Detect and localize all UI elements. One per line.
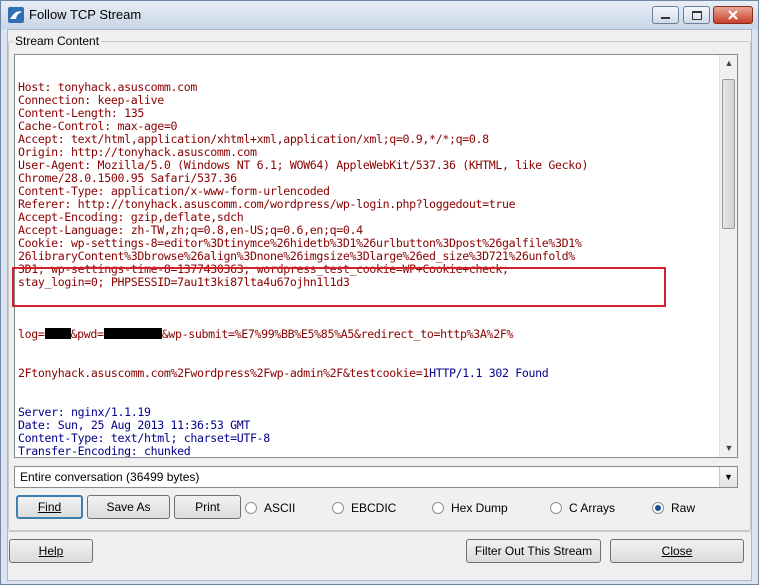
radio-hex-dump[interactable]: Hex Dump — [432, 500, 508, 516]
window-title: Follow TCP Stream — [29, 7, 142, 22]
radio-raw-label: Raw — [671, 501, 696, 515]
radio-c-arrays-circle[interactable] — [550, 502, 562, 514]
login-line-1: log= &pwd= &wp-submit=%E7%99%BB%E5%85%A5&r… — [18, 328, 588, 341]
radio-raw-circle[interactable] — [652, 502, 664, 514]
filter-out-stream-button[interactable]: Filter Out This Stream — [466, 539, 601, 563]
radio-ascii-label: ASCII — [264, 501, 296, 515]
radio-ebcdic-circle[interactable] — [332, 502, 344, 514]
radio-ascii[interactable]: ASCII — [245, 500, 295, 516]
credentials-highlight-box — [12, 267, 666, 307]
stream-lines: Host: tonyhack.asuscomm.com Connection: k… — [18, 55, 589, 458]
close-button-label: Close — [661, 544, 693, 558]
radio-raw[interactable]: Raw — [652, 500, 695, 516]
login-redirect-text: 2Ftonyhack.asuscomm.com%2Fwordpress%2Fwp… — [18, 366, 430, 380]
radio-ascii-circle[interactable] — [245, 502, 257, 514]
radio-hex-dump-circle[interactable] — [432, 502, 444, 514]
conversation-select-value: Entire conversation (36499 bytes) — [20, 470, 200, 484]
close-button[interactable]: Close — [610, 539, 744, 563]
maximize-icon — [691, 10, 702, 20]
print-button-label: Print — [195, 500, 220, 514]
login-suffix: &wp-submit=%E7%99%BB%E5%85%A5&redirect_t… — [161, 327, 514, 341]
title-bar[interactable]: Follow TCP Stream — [1, 1, 758, 29]
help-button[interactable]: Help — [9, 539, 93, 563]
footer-divider — [7, 531, 752, 532]
login-pwd-key: &pwd= — [70, 327, 105, 341]
redacted-username — [44, 328, 71, 339]
minimize-button[interactable] — [652, 6, 679, 24]
radio-ebcdic-label: EBCDIC — [351, 501, 397, 515]
radio-ebcdic[interactable]: EBCDIC — [332, 500, 396, 516]
find-button-label: Find — [37, 500, 62, 514]
radio-c-arrays[interactable]: C Arrays — [550, 500, 615, 516]
scrollbar-thumb[interactable] — [722, 79, 735, 229]
help-button-label: Help — [38, 544, 64, 558]
radio-hex-dump-label: Hex Dump — [451, 501, 508, 515]
stream-text-area[interactable]: Host: tonyhack.asuscomm.com Connection: k… — [14, 54, 738, 458]
save-as-button-label: Save As — [106, 500, 151, 514]
chevron-down-icon[interactable]: ▼ — [719, 467, 737, 487]
radio-c-arrays-label: C Arrays — [569, 501, 616, 515]
wireshark-fin-icon — [8, 7, 24, 23]
scroll-up-icon[interactable]: ▲ — [720, 55, 737, 72]
close-window-button[interactable] — [713, 6, 753, 24]
vertical-scrollbar[interactable]: ▲ ▼ — [719, 55, 737, 457]
minimize-icon — [661, 17, 670, 19]
save-as-button[interactable]: Save As — [87, 495, 170, 519]
filter-out-stream-label: Filter Out This Stream — [474, 544, 593, 558]
radio-raw-selected-dot — [655, 505, 661, 511]
close-icon — [728, 10, 738, 20]
response-lines: Server: nginx/1.1.19 Date: Sun, 25 Aug 20… — [18, 406, 588, 458]
print-button[interactable]: Print — [174, 495, 241, 519]
login-log-key: log= — [18, 327, 45, 341]
find-button[interactable]: Find — [16, 495, 83, 519]
redacted-password — [103, 328, 162, 339]
conversation-select[interactable]: Entire conversation (36499 bytes) ▼ — [14, 466, 738, 488]
login-line-2: 2Ftonyhack.asuscomm.com%2Fwordpress%2Fwp… — [18, 367, 588, 380]
stream-content-label: Stream Content — [13, 34, 102, 48]
follow-tcp-stream-window: Follow TCP Stream Stream Content Host: t… — [0, 0, 759, 585]
scroll-down-icon[interactable]: ▼ — [720, 440, 737, 457]
http-status-line: HTTP/1.1 302 Found — [429, 366, 549, 380]
maximize-button[interactable] — [683, 6, 710, 24]
